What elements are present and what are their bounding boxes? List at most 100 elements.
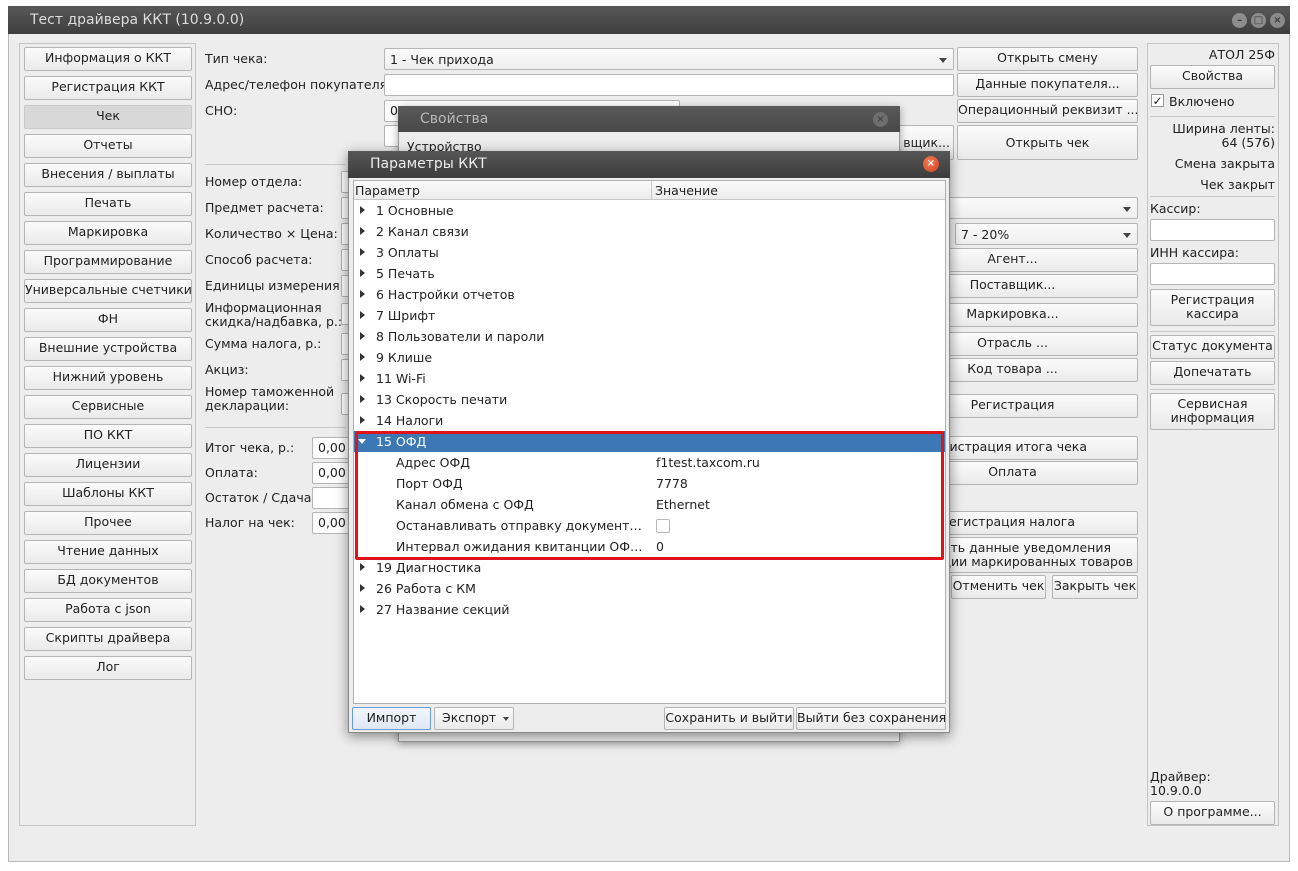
- tree-group-label: 8 Пользователи и пароли: [376, 329, 545, 344]
- expand-right-icon[interactable]: [360, 584, 365, 592]
- expand-right-icon[interactable]: [360, 416, 365, 424]
- subject-combo[interactable]: [940, 197, 1138, 219]
- expand-right-icon[interactable]: [360, 311, 365, 319]
- divider: [1150, 389, 1275, 390]
- expand-right-icon[interactable]: [360, 248, 365, 256]
- properties-button[interactable]: Свойства: [1150, 65, 1275, 89]
- sidebar-item[interactable]: Нижний уровень: [24, 366, 192, 390]
- subject-label: Предмет расчета:: [205, 200, 324, 215]
- close-icon[interactable]: ×: [1270, 13, 1285, 28]
- receipt-status: Чек закрыт: [1200, 177, 1275, 192]
- sidebar-item[interactable]: Шаблоны ККТ: [24, 482, 192, 506]
- sidebar-item[interactable]: Печать: [24, 192, 192, 216]
- tree-group-row[interactable]: 13 Скорость печати: [354, 389, 945, 410]
- maximize-icon[interactable]: □: [1251, 13, 1266, 28]
- document-status-button[interactable]: Статус документа: [1150, 335, 1275, 359]
- tree-group-row[interactable]: 2 Канал связи: [354, 221, 945, 242]
- cashier-inn-input[interactable]: [1150, 263, 1275, 285]
- column-value-header[interactable]: Значение: [655, 183, 718, 198]
- expand-right-icon[interactable]: [360, 290, 365, 298]
- close-receipt-button[interactable]: Закрыть чек: [1052, 575, 1138, 599]
- sidebar-item[interactable]: Лог: [24, 656, 192, 680]
- tree-group-row[interactable]: 5 Печать: [354, 263, 945, 284]
- tree-group-row[interactable]: 11 Wi-Fi: [354, 368, 945, 389]
- payment-input[interactable]: 0,00: [312, 462, 352, 484]
- buyer-address-input[interactable]: [384, 74, 954, 96]
- sidebar-item[interactable]: Универсальные счетчики: [24, 279, 192, 303]
- open-receipt-button[interactable]: Открыть чек: [957, 125, 1138, 160]
- tree-group-label: 9 Клише: [376, 350, 433, 365]
- receipt-type-select[interactable]: 1 - Чек прихода: [384, 48, 954, 70]
- expand-right-icon[interactable]: [360, 563, 365, 571]
- tree-group-row[interactable]: 3 Оплаты: [354, 242, 945, 263]
- sidebar-item[interactable]: ФН: [24, 308, 192, 332]
- sidebar-item[interactable]: Внешние устройства: [24, 337, 192, 361]
- expand-right-icon[interactable]: [360, 332, 365, 340]
- sidebar-item[interactable]: Отчеты: [24, 134, 192, 158]
- about-button[interactable]: О программе...: [1150, 801, 1275, 825]
- tree-group-label: 2 Канал связи: [376, 224, 469, 239]
- export-button[interactable]: Экспорт: [434, 707, 514, 730]
- expand-right-icon[interactable]: [360, 353, 365, 361]
- service-info-button[interactable]: Сервисная информация: [1150, 393, 1275, 430]
- tree-group-row[interactable]: 6 Настройки отчетов: [354, 284, 945, 305]
- expand-right-icon[interactable]: [360, 269, 365, 277]
- expand-right-icon[interactable]: [360, 206, 365, 214]
- tree-group-row[interactable]: 1 Основные: [354, 200, 945, 221]
- sidebar-item[interactable]: Информация о ККТ: [24, 47, 192, 71]
- enabled-checkbox[interactable]: ✓ Включено: [1151, 94, 1271, 110]
- operational-requisite-button[interactable]: Операционный реквизит ...: [957, 99, 1138, 123]
- divider: [1150, 116, 1275, 117]
- sidebar-item[interactable]: Регистрация ККТ: [24, 76, 192, 100]
- change-label: Остаток / Сдача:: [205, 490, 316, 505]
- tree-group-label: 19 Диагностика: [376, 560, 482, 575]
- column-param-header[interactable]: Параметр: [355, 183, 420, 198]
- sidebar-item[interactable]: Скрипты драйвера: [24, 627, 192, 651]
- minimize-icon[interactable]: –: [1232, 13, 1247, 28]
- tree-group-row[interactable]: 7 Шрифт: [354, 305, 945, 326]
- buyer-data-button[interactable]: Данные покупателя...: [957, 73, 1138, 97]
- expand-right-icon[interactable]: [360, 605, 365, 613]
- tax-on-receipt-input[interactable]: 0,00: [312, 512, 352, 534]
- cancel-receipt-button[interactable]: Отменить чек: [951, 575, 1046, 599]
- tree-group-row[interactable]: 8 Пользователи и пароли: [354, 326, 945, 347]
- sidebar-item[interactable]: Сервисные: [24, 395, 192, 419]
- register-cashier-button[interactable]: Регистрация кассира: [1150, 289, 1275, 326]
- sidebar-item[interactable]: Работа с json: [24, 598, 192, 622]
- sidebar-item[interactable]: Чтение данных: [24, 540, 192, 564]
- units-label: Единицы измерения:: [205, 278, 344, 293]
- checkmark-icon: ✓: [1151, 94, 1164, 108]
- receipt-type-value: 1 - Чек прихода: [390, 52, 494, 67]
- total-input[interactable]: 0,00: [312, 437, 352, 459]
- chevron-down-icon: [939, 58, 947, 63]
- chevron-down-icon: [1123, 233, 1131, 238]
- close-icon[interactable]: ×: [873, 112, 888, 127]
- save-exit-button[interactable]: Сохранить и выйти: [664, 707, 794, 730]
- vat-select[interactable]: 7 - 20%: [955, 223, 1138, 245]
- reprint-button[interactable]: Допечатать: [1150, 361, 1275, 385]
- tree-group-row[interactable]: 26 Работа с КМ: [354, 578, 945, 599]
- change-input[interactable]: [312, 487, 352, 509]
- expand-right-icon[interactable]: [360, 374, 365, 382]
- exit-no-save-button[interactable]: Выйти без сохранения: [796, 707, 946, 730]
- cashier-input[interactable]: [1150, 219, 1275, 241]
- tree-group-row[interactable]: 19 Диагностика: [354, 557, 945, 578]
- import-button[interactable]: Импорт: [352, 707, 431, 730]
- sidebar-item[interactable]: Чек: [24, 105, 192, 129]
- tree-group-row[interactable]: 14 Налоги: [354, 410, 945, 431]
- tree-group-row[interactable]: 9 Клише: [354, 347, 945, 368]
- sidebar-item[interactable]: ПО ККТ: [24, 424, 192, 448]
- tree-group-row[interactable]: 27 Название секций: [354, 599, 945, 620]
- cashier-label: Кассир:: [1150, 201, 1201, 216]
- expand-right-icon[interactable]: [360, 395, 365, 403]
- tree-group-label: 26 Работа с КМ: [376, 581, 476, 596]
- sidebar-item[interactable]: Лицензии: [24, 453, 192, 477]
- close-icon[interactable]: ×: [923, 156, 939, 172]
- sidebar-item[interactable]: Маркировка: [24, 221, 192, 245]
- sidebar-item[interactable]: БД документов: [24, 569, 192, 593]
- sidebar-item[interactable]: Внесения / выплаты: [24, 163, 192, 187]
- open-shift-button[interactable]: Открыть смену: [957, 47, 1138, 71]
- expand-right-icon[interactable]: [360, 227, 365, 235]
- sidebar-item[interactable]: Программирование: [24, 250, 192, 274]
- sidebar-item[interactable]: Прочее: [24, 511, 192, 535]
